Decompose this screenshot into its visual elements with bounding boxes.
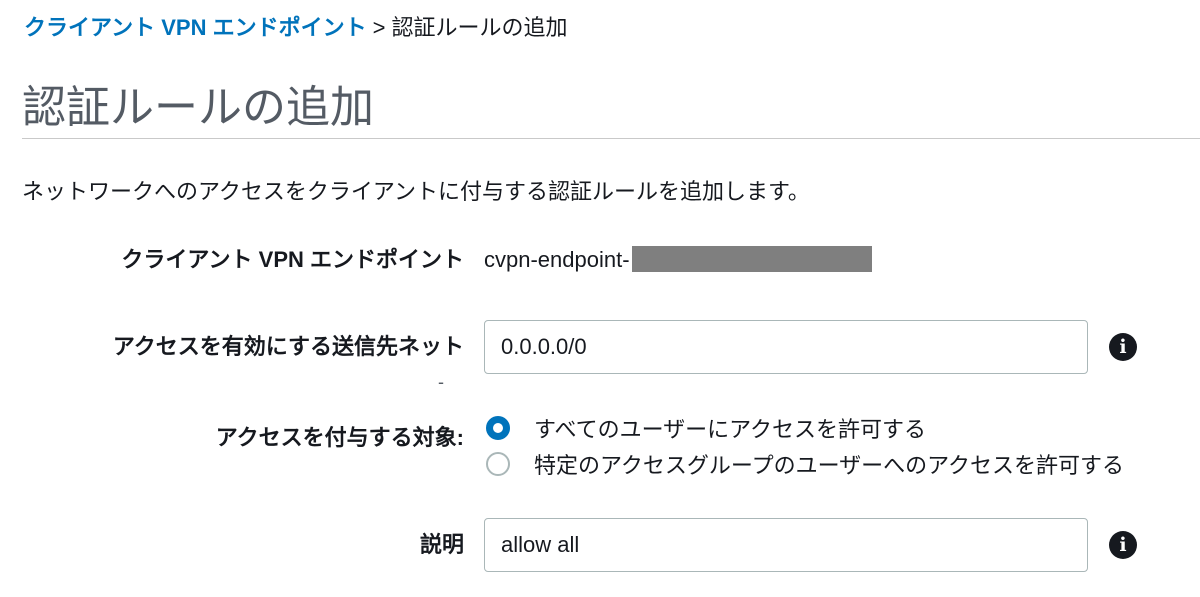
destination-network-input[interactable] [484,320,1088,374]
endpoint-label: クライアント VPN エンドポイント [121,247,464,272]
grant-access-label: アクセスを付与する対象: [215,425,464,450]
destination-network-info-icon[interactable]: i [1109,333,1137,361]
destination-network-label: アクセスを有効にする送信先ネット [112,334,464,359]
label-continuation-mark: - [438,372,444,392]
redacted-endpoint-id [631,246,872,273]
endpoint-value: cvpn-endpoint- [484,244,872,276]
breadcrumb-separator: > [372,15,386,40]
description-label: 説明 [419,532,464,557]
description-input[interactable] [484,518,1088,572]
breadcrumb-current: 認証ルールの追加 [391,15,568,40]
description-info-icon[interactable]: i [1109,531,1137,559]
endpoint-id-text: cvpn-endpoint- [484,247,630,272]
radio-label-all-users: すべてのユーザーにアクセスを許可する [534,417,927,442]
radio-button-access-group[interactable] [486,452,510,476]
radio-option-all-users[interactable]: すべてのユーザーにアクセスを許可する [486,412,926,444]
title-divider [22,138,1200,139]
radio-label-access-group: 特定のアクセスグループのユーザーへのアクセスを許可する [534,453,1125,478]
page-title: 認証ルールの追加 [22,83,374,132]
breadcrumb: クライアント VPN エンドポイント > 認証ルールの追加 [24,12,567,44]
breadcrumb-link-client-vpn-endpoints[interactable]: クライアント VPN エンドポイント [24,15,367,40]
radio-button-all-users[interactable] [486,416,510,440]
radio-option-access-group[interactable]: 特定のアクセスグループのユーザーへのアクセスを許可する [486,448,1124,480]
page-description: ネットワークへのアクセスをクライアントに付与する認証ルールを追加します。 [22,179,810,204]
